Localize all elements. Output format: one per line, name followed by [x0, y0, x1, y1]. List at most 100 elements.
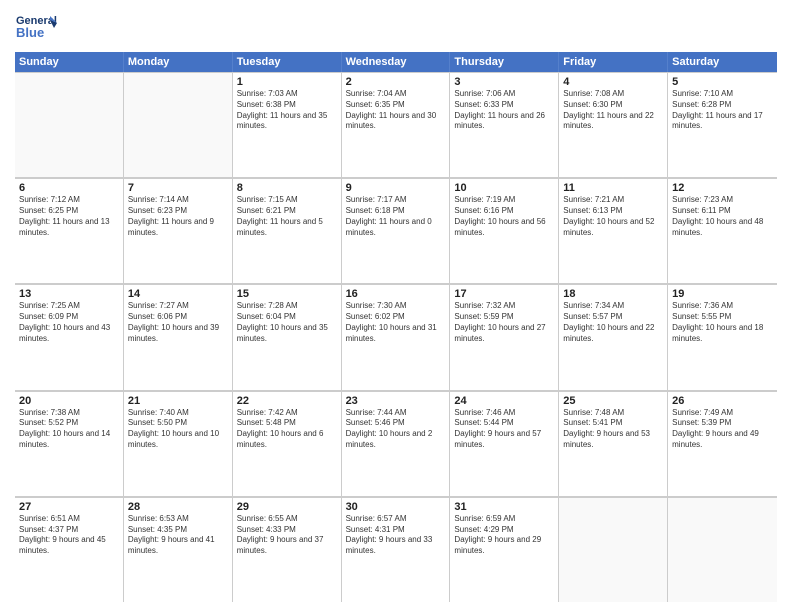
day-cell: 17Sunrise: 7:32 AM Sunset: 5:59 PM Dayli… [450, 285, 559, 389]
day-cell: 6Sunrise: 7:12 AM Sunset: 6:25 PM Daylig… [15, 179, 124, 283]
day-cell: 26Sunrise: 7:49 AM Sunset: 5:39 PM Dayli… [668, 392, 777, 496]
day-cell: 30Sunrise: 6:57 AM Sunset: 4:31 PM Dayli… [342, 498, 451, 602]
day-cell: 9Sunrise: 7:17 AM Sunset: 6:18 PM Daylig… [342, 179, 451, 283]
day-info: Sunrise: 7:12 AM Sunset: 6:25 PM Dayligh… [19, 195, 119, 238]
day-header-sunday: Sunday [15, 52, 124, 72]
day-info: Sunrise: 7:23 AM Sunset: 6:11 PM Dayligh… [672, 195, 773, 238]
day-info: Sunrise: 6:59 AM Sunset: 4:29 PM Dayligh… [454, 514, 554, 557]
day-number: 12 [672, 182, 773, 194]
day-cell: 19Sunrise: 7:36 AM Sunset: 5:55 PM Dayli… [668, 285, 777, 389]
day-cell [668, 498, 777, 602]
day-cell [559, 498, 668, 602]
day-info: Sunrise: 7:19 AM Sunset: 6:16 PM Dayligh… [454, 195, 554, 238]
calendar: SundayMondayTuesdayWednesdayThursdayFrid… [15, 52, 777, 602]
day-number: 17 [454, 288, 554, 300]
day-number: 28 [128, 501, 228, 513]
day-number: 24 [454, 395, 554, 407]
day-info: Sunrise: 7:32 AM Sunset: 5:59 PM Dayligh… [454, 301, 554, 344]
day-cell: 1Sunrise: 7:03 AM Sunset: 6:38 PM Daylig… [233, 73, 342, 177]
day-number: 16 [346, 288, 446, 300]
day-info: Sunrise: 7:40 AM Sunset: 5:50 PM Dayligh… [128, 408, 228, 451]
day-number: 2 [346, 76, 446, 88]
day-number: 9 [346, 182, 446, 194]
logo: General Blue [15, 10, 57, 46]
day-info: Sunrise: 7:48 AM Sunset: 5:41 PM Dayligh… [563, 408, 663, 451]
day-info: Sunrise: 7:27 AM Sunset: 6:06 PM Dayligh… [128, 301, 228, 344]
day-info: Sunrise: 7:15 AM Sunset: 6:21 PM Dayligh… [237, 195, 337, 238]
day-number: 20 [19, 395, 119, 407]
week-row-2: 6Sunrise: 7:12 AM Sunset: 6:25 PM Daylig… [15, 178, 777, 284]
day-cell: 5Sunrise: 7:10 AM Sunset: 6:28 PM Daylig… [668, 73, 777, 177]
day-cell: 20Sunrise: 7:38 AM Sunset: 5:52 PM Dayli… [15, 392, 124, 496]
day-number: 30 [346, 501, 446, 513]
day-cell: 24Sunrise: 7:46 AM Sunset: 5:44 PM Dayli… [450, 392, 559, 496]
day-info: Sunrise: 7:08 AM Sunset: 6:30 PM Dayligh… [563, 89, 663, 132]
day-cell: 2Sunrise: 7:04 AM Sunset: 6:35 PM Daylig… [342, 73, 451, 177]
day-header-saturday: Saturday [668, 52, 777, 72]
day-number: 25 [563, 395, 663, 407]
day-header-monday: Monday [124, 52, 233, 72]
day-cell [15, 73, 124, 177]
day-info: Sunrise: 7:30 AM Sunset: 6:02 PM Dayligh… [346, 301, 446, 344]
day-number: 31 [454, 501, 554, 513]
day-number: 29 [237, 501, 337, 513]
day-info: Sunrise: 7:44 AM Sunset: 5:46 PM Dayligh… [346, 408, 446, 451]
day-info: Sunrise: 6:55 AM Sunset: 4:33 PM Dayligh… [237, 514, 337, 557]
day-number: 18 [563, 288, 663, 300]
day-info: Sunrise: 7:17 AM Sunset: 6:18 PM Dayligh… [346, 195, 446, 238]
day-cell: 31Sunrise: 6:59 AM Sunset: 4:29 PM Dayli… [450, 498, 559, 602]
day-info: Sunrise: 7:14 AM Sunset: 6:23 PM Dayligh… [128, 195, 228, 238]
page-header: General Blue [15, 10, 777, 46]
day-cell: 15Sunrise: 7:28 AM Sunset: 6:04 PM Dayli… [233, 285, 342, 389]
day-number: 15 [237, 288, 337, 300]
day-number: 27 [19, 501, 119, 513]
day-cell: 11Sunrise: 7:21 AM Sunset: 6:13 PM Dayli… [559, 179, 668, 283]
day-cell: 12Sunrise: 7:23 AM Sunset: 6:11 PM Dayli… [668, 179, 777, 283]
day-number: 3 [454, 76, 554, 88]
day-info: Sunrise: 7:42 AM Sunset: 5:48 PM Dayligh… [237, 408, 337, 451]
day-number: 4 [563, 76, 663, 88]
logo-svg: General Blue [15, 10, 57, 46]
day-header-tuesday: Tuesday [233, 52, 342, 72]
day-info: Sunrise: 6:51 AM Sunset: 4:37 PM Dayligh… [19, 514, 119, 557]
day-cell: 25Sunrise: 7:48 AM Sunset: 5:41 PM Dayli… [559, 392, 668, 496]
day-number: 6 [19, 182, 119, 194]
day-number: 5 [672, 76, 773, 88]
day-number: 14 [128, 288, 228, 300]
day-cell: 29Sunrise: 6:55 AM Sunset: 4:33 PM Dayli… [233, 498, 342, 602]
day-cell: 8Sunrise: 7:15 AM Sunset: 6:21 PM Daylig… [233, 179, 342, 283]
day-number: 8 [237, 182, 337, 194]
day-info: Sunrise: 6:53 AM Sunset: 4:35 PM Dayligh… [128, 514, 228, 557]
day-cell: 14Sunrise: 7:27 AM Sunset: 6:06 PM Dayli… [124, 285, 233, 389]
day-info: Sunrise: 7:04 AM Sunset: 6:35 PM Dayligh… [346, 89, 446, 132]
day-header-thursday: Thursday [450, 52, 559, 72]
day-cell: 3Sunrise: 7:06 AM Sunset: 6:33 PM Daylig… [450, 73, 559, 177]
day-number: 1 [237, 76, 337, 88]
day-number: 19 [672, 288, 773, 300]
week-row-1: 1Sunrise: 7:03 AM Sunset: 6:38 PM Daylig… [15, 72, 777, 178]
day-info: Sunrise: 7:38 AM Sunset: 5:52 PM Dayligh… [19, 408, 119, 451]
day-cell: 28Sunrise: 6:53 AM Sunset: 4:35 PM Dayli… [124, 498, 233, 602]
day-number: 23 [346, 395, 446, 407]
day-cell: 22Sunrise: 7:42 AM Sunset: 5:48 PM Dayli… [233, 392, 342, 496]
day-header-wednesday: Wednesday [342, 52, 451, 72]
day-info: Sunrise: 7:46 AM Sunset: 5:44 PM Dayligh… [454, 408, 554, 451]
day-cell: 7Sunrise: 7:14 AM Sunset: 6:23 PM Daylig… [124, 179, 233, 283]
day-number: 21 [128, 395, 228, 407]
day-info: Sunrise: 7:34 AM Sunset: 5:57 PM Dayligh… [563, 301, 663, 344]
week-row-4: 20Sunrise: 7:38 AM Sunset: 5:52 PM Dayli… [15, 391, 777, 497]
day-cell: 18Sunrise: 7:34 AM Sunset: 5:57 PM Dayli… [559, 285, 668, 389]
week-row-3: 13Sunrise: 7:25 AM Sunset: 6:09 PM Dayli… [15, 284, 777, 390]
day-cell [124, 73, 233, 177]
day-info: Sunrise: 7:49 AM Sunset: 5:39 PM Dayligh… [672, 408, 773, 451]
day-info: Sunrise: 7:21 AM Sunset: 6:13 PM Dayligh… [563, 195, 663, 238]
svg-text:Blue: Blue [16, 25, 44, 40]
day-cell: 21Sunrise: 7:40 AM Sunset: 5:50 PM Dayli… [124, 392, 233, 496]
day-info: Sunrise: 7:06 AM Sunset: 6:33 PM Dayligh… [454, 89, 554, 132]
day-cell: 13Sunrise: 7:25 AM Sunset: 6:09 PM Dayli… [15, 285, 124, 389]
day-cell: 23Sunrise: 7:44 AM Sunset: 5:46 PM Dayli… [342, 392, 451, 496]
day-cell: 4Sunrise: 7:08 AM Sunset: 6:30 PM Daylig… [559, 73, 668, 177]
day-cell: 27Sunrise: 6:51 AM Sunset: 4:37 PM Dayli… [15, 498, 124, 602]
day-header-friday: Friday [559, 52, 668, 72]
calendar-header: SundayMondayTuesdayWednesdayThursdayFrid… [15, 52, 777, 72]
